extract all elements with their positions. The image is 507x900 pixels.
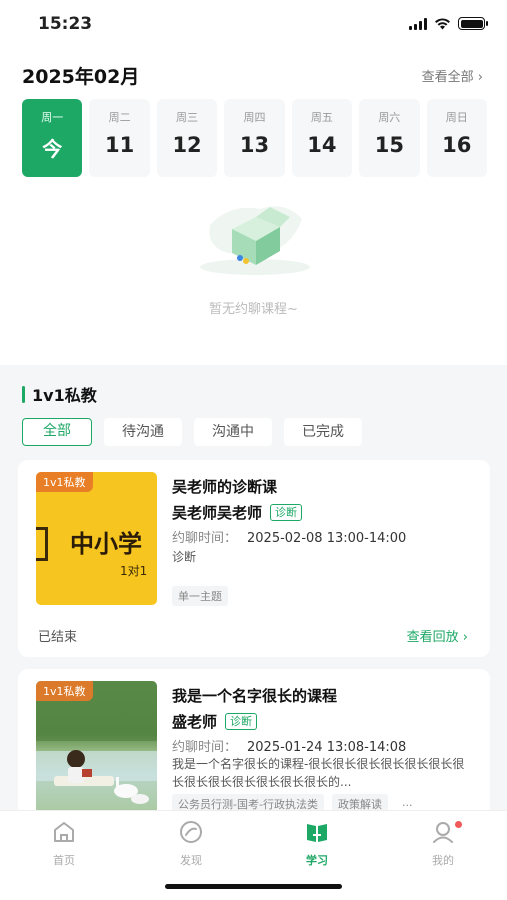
weekday-label: 周日: [445, 111, 468, 124]
tab-home[interactable]: 首页: [19, 819, 109, 868]
weekday-label: 周二: [108, 111, 131, 124]
course-description: 诊断: [172, 550, 197, 564]
course-card[interactable]: 1v1私教 我是一个名字很长的课程 盛老师 诊断 约聊时间： 2025-01-24…: [18, 669, 490, 819]
day-sun[interactable]: 周日 16: [426, 99, 487, 177]
view-all-link[interactable]: 查看全部 ›: [422, 66, 483, 85]
profile-icon: [433, 822, 453, 843]
filter-pending[interactable]: 待沟通: [104, 418, 182, 446]
course-title: 我是一个名字很长的课程: [172, 687, 338, 705]
day-fri[interactable]: 周五 14: [291, 99, 353, 177]
course-tag: 诊断: [270, 504, 303, 521]
course-thumbnail: 1v1私教 中小学 1对1: [36, 472, 157, 605]
teacher-name: 吴老师吴老师: [172, 504, 263, 522]
home-icon: [54, 822, 74, 842]
weekday-label: 周一: [41, 111, 64, 124]
day-number: 13: [239, 133, 270, 157]
teacher-row: 吴老师吴老师 诊断: [172, 502, 303, 523]
month-title: 2025年02月: [22, 66, 140, 88]
status-filters: 全部 待沟通 沟通中 已完成: [22, 418, 362, 446]
tab-label: 发现: [180, 854, 202, 867]
day-thu[interactable]: 周四 13: [224, 99, 285, 177]
course-title: 吴老师的诊断课: [172, 478, 278, 496]
tab-study[interactable]: 学习: [272, 819, 362, 868]
cellular-signal-icon: [409, 17, 427, 30]
status-time: 15:23: [38, 14, 93, 34]
filter-communicating[interactable]: 沟通中: [194, 418, 272, 446]
status-bar: 15:23: [0, 0, 507, 48]
weekday-label: 周三: [176, 111, 199, 124]
weekday-label: 周六: [378, 111, 401, 124]
thumbnail-title: 中小学: [70, 530, 142, 558]
course-type-badge: 1v1私教: [36, 681, 93, 701]
day-number: 15: [374, 133, 404, 157]
course-status: 已结束: [38, 630, 78, 645]
section-accent-bar: [22, 385, 25, 403]
wifi-icon: [435, 17, 450, 29]
teacher-name: 盛老师: [172, 713, 218, 731]
time-value: 2025-02-08 13:00-14:00: [247, 531, 407, 546]
battery-icon: [458, 17, 488, 30]
week-selector: 周一 今 周二 11 周三 12 周四 13 周五 14 周六 15 周日 16: [22, 99, 487, 177]
tab-label: 首页: [53, 854, 75, 867]
course-card[interactable]: 1v1私教 中小学 1对1 吴老师的诊断课 吴老师吴老师 诊断 约聊时间： 202…: [18, 460, 490, 657]
day-number: 12: [172, 133, 202, 157]
day-mon[interactable]: 周一 今: [22, 99, 83, 177]
tab-profile[interactable]: 我的: [398, 819, 488, 868]
appointment-time: 约聊时间： 2025-02-08 13:00-14:00: [172, 527, 406, 546]
filter-completed[interactable]: 已完成: [284, 418, 362, 446]
time-label: 约聊时间：: [172, 531, 238, 546]
home-indicator: [165, 884, 342, 889]
filter-all[interactable]: 全部: [22, 418, 92, 446]
day-number: 14: [307, 133, 337, 157]
weekday-label: 周四: [243, 111, 266, 124]
weekday-label: 周五: [310, 111, 333, 124]
appointment-time: 约聊时间： 2025-01-24 13:08-14:08: [172, 736, 406, 755]
course-type-badge: 1v1私教: [36, 472, 93, 492]
time-label: 约聊时间：: [172, 740, 238, 755]
day-tue[interactable]: 周二 11: [89, 99, 150, 177]
course-tag: 诊断: [225, 713, 258, 730]
tab-discover[interactable]: 发现: [146, 819, 236, 868]
time-value: 2025-01-24 13:08-14:08: [247, 740, 407, 755]
course-label: 单一主题: [172, 586, 228, 606]
empty-box-illustration: [200, 206, 310, 275]
day-sat[interactable]: 周六 15: [359, 99, 420, 177]
status-icons: [409, 17, 488, 30]
day-number: 今: [42, 137, 63, 161]
discover-icon: [180, 821, 202, 843]
study-icon: [307, 824, 327, 842]
thumbnail-frame-shape: [36, 527, 48, 561]
course-labels: 单一主题: [172, 586, 228, 606]
teacher-row: 盛老师 诊断: [172, 711, 258, 732]
tab-label: 学习: [306, 854, 328, 867]
section-title-text: 1v1私教: [32, 386, 97, 405]
empty-state-text: 暂无约聊课程~: [209, 302, 298, 317]
day-number: 16: [442, 133, 472, 157]
day-number: 11: [105, 133, 135, 157]
tab-label: 我的: [432, 854, 454, 867]
section-title: 1v1私教: [22, 382, 97, 406]
course-description: 我是一个名字很长的课程-很长很长很长很长很长很长很长很长很长很长很长很长很长的.…: [172, 757, 465, 789]
notification-dot: [455, 821, 462, 828]
course-thumbnail: 1v1私教: [36, 681, 157, 814]
view-replay-link[interactable]: 查看回放 ›: [407, 626, 468, 645]
thumbnail-subtitle: 1对1: [120, 564, 148, 578]
day-wed[interactable]: 周三 12: [156, 99, 218, 177]
